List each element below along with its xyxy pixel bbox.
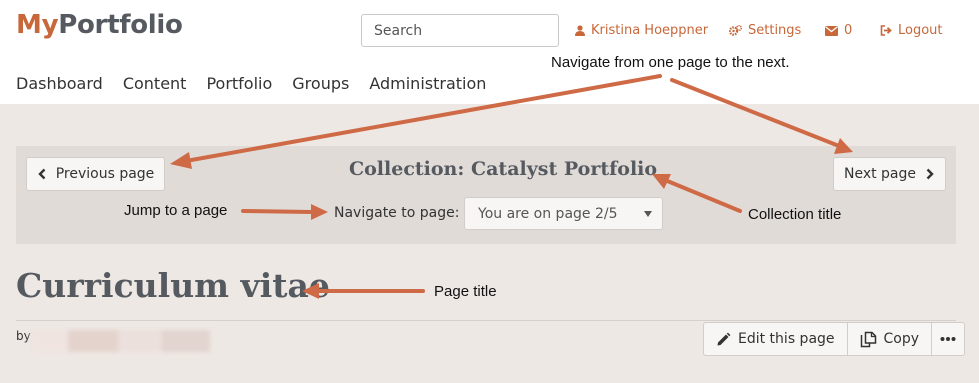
nav-item-dashboard[interactable]: Dashboard	[16, 74, 103, 93]
ellipsis-icon	[940, 337, 956, 341]
divider	[16, 320, 956, 321]
nav-item-groups[interactable]: Groups	[292, 74, 349, 93]
nav-item-portfolio[interactable]: Portfolio	[206, 74, 272, 93]
page-select[interactable]: You are on page 2/5	[464, 197, 663, 230]
annotation-collection-title: Collection title	[748, 206, 842, 223]
next-page-button[interactable]: Next page	[833, 157, 946, 191]
pencil-icon	[717, 332, 731, 345]
user-icon	[575, 25, 585, 36]
logo-part-my: My	[16, 10, 59, 40]
main-nav: Dashboard Content Portfolio Groups Admin…	[16, 74, 486, 93]
search-input[interactable]	[361, 14, 559, 47]
envelope-icon	[825, 25, 838, 36]
settings-label: Settings	[748, 23, 802, 38]
user-name: Kristina Hoeppner	[591, 23, 709, 38]
annotation-page-title: Page title	[434, 283, 497, 300]
caret-down-icon	[644, 211, 652, 217]
chevron-right-icon	[926, 168, 934, 180]
chevron-left-icon	[38, 168, 46, 180]
logo-part-portfolio: Portfolio	[58, 10, 183, 40]
author-name-redacted	[30, 324, 212, 358]
site-header: MyPortfolio Kristina Hoeppner Settings 0…	[0, 0, 979, 104]
previous-page-label: Previous page	[55, 166, 155, 182]
nav-item-content[interactable]: Content	[123, 74, 187, 93]
logo[interactable]: MyPortfolio	[16, 10, 183, 40]
next-page-label: Next page	[843, 166, 917, 182]
user-link[interactable]: Kristina Hoeppner	[575, 23, 708, 38]
messages-count: 0	[844, 23, 853, 38]
copy-label: Copy	[883, 331, 920, 347]
navigate-to-page-label: Navigate to page:	[334, 205, 460, 221]
annotation-jump: Jump to a page	[124, 202, 228, 219]
copy-icon	[860, 331, 876, 347]
gears-icon	[729, 25, 742, 36]
edit-page-label: Edit this page	[738, 331, 835, 347]
messages-link[interactable]: 0	[825, 23, 852, 38]
author-by-label: by	[16, 329, 31, 343]
logout-label: Logout	[898, 23, 943, 38]
page-select-value: You are on page 2/5	[478, 205, 618, 222]
copy-button[interactable]: Copy	[846, 322, 933, 356]
logout-icon	[880, 25, 892, 36]
logout-link[interactable]: Logout	[880, 23, 943, 38]
annotation-navigate: Navigate from one page to the next.	[551, 54, 790, 71]
previous-page-button[interactable]: Previous page	[26, 157, 165, 191]
nav-item-administration[interactable]: Administration	[369, 74, 486, 93]
page-actions: Edit this page Copy	[703, 322, 966, 356]
settings-link[interactable]: Settings	[729, 23, 801, 38]
edit-page-button[interactable]: Edit this page	[703, 322, 848, 356]
more-options-button[interactable]	[931, 322, 966, 356]
collection-title: Collection: Catalyst Portfolio	[349, 158, 658, 180]
page-title: Curriculum vitae	[16, 266, 330, 305]
